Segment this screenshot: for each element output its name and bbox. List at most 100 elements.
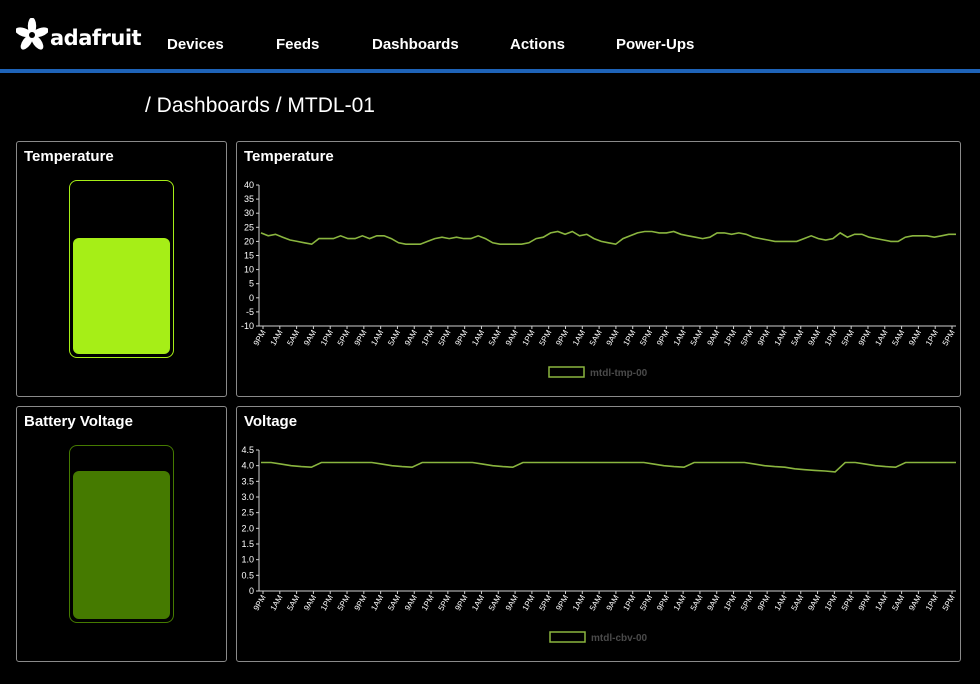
- x-tick-label: 5PM: [437, 328, 453, 347]
- x-tick-label: 9AM: [907, 328, 923, 347]
- y-tick-label: 4.0: [241, 461, 254, 471]
- x-tick-label: 5PM: [336, 593, 352, 612]
- gauge-fill: [73, 238, 170, 354]
- x-tick-label: 1AM: [571, 328, 587, 347]
- x-tick-label: 5PM: [638, 328, 654, 347]
- x-tick-label: 9PM: [554, 593, 570, 612]
- x-tick-label: 5AM: [285, 328, 301, 347]
- x-tick-label: 5AM: [890, 328, 906, 347]
- x-tick-label: 1AM: [672, 328, 688, 347]
- legend-label: mtdl-cbv-00: [591, 633, 648, 644]
- x-tick-label: 1AM: [269, 593, 285, 612]
- x-tick-label: 1AM: [672, 593, 688, 612]
- temperature-line-chart: 4035302520151050-5-109PM 1AM 5AM 9AM 1PM 5PM 9…: [241, 180, 957, 379]
- battery-voltage-gauge-panel[interactable]: Battery Voltage: [16, 406, 227, 662]
- nav-actions[interactable]: Actions: [510, 36, 565, 53]
- nav-feeds[interactable]: Feeds: [276, 36, 319, 53]
- x-tick-label: 1PM: [823, 593, 839, 612]
- x-tick-label: 9AM: [504, 328, 520, 347]
- x-tick-label: 9PM: [857, 328, 873, 347]
- x-tick-label: 9PM: [252, 593, 268, 612]
- x-tick-label: 1PM: [521, 593, 537, 612]
- x-tick-label: 1AM: [773, 593, 789, 612]
- x-tick-label: 5AM: [890, 593, 906, 612]
- temperature-chart-panel[interactable]: Temperature 40 35 30 25 20 15 10 5 0 -5 -10 9PM 1AM 5…: [236, 141, 961, 397]
- adafruit-logo[interactable]: adafruit: [16, 16, 142, 54]
- y-tick-label: 1.0: [241, 555, 254, 565]
- x-tick-label: 5PM: [840, 328, 856, 347]
- x-tick-label: 5AM: [285, 593, 301, 612]
- y-tick-label: 40: [244, 180, 254, 190]
- x-tick-label: 1PM: [924, 593, 940, 612]
- x-tick-label: 9PM: [655, 328, 671, 347]
- x-tick-label: 5PM: [941, 593, 957, 612]
- flower-logo-icon: [16, 18, 48, 50]
- legend-swatch: [548, 366, 585, 378]
- x-tick-label: 1PM: [722, 328, 738, 347]
- x-tick-label: 9AM: [806, 593, 822, 612]
- x-tick-label: 1AM: [369, 328, 385, 347]
- x-tick-label: 1PM: [319, 328, 335, 347]
- x-tick-label: 1AM: [873, 593, 889, 612]
- battery-voltage-gauge: [69, 445, 174, 623]
- y-tick-label: 3.5: [241, 476, 254, 486]
- x-tick-label: 9PM: [353, 593, 369, 612]
- x-tick-label: 5AM: [588, 593, 604, 612]
- x-tick-label: 1AM: [369, 593, 385, 612]
- x-tick-label: 1PM: [722, 593, 738, 612]
- x-tick-label: 9AM: [504, 593, 520, 612]
- x-tick-label: 1AM: [470, 593, 486, 612]
- x-tick-label: 9AM: [705, 593, 721, 612]
- x-tick-label: 1PM: [420, 593, 436, 612]
- x-tick-label: 9PM: [756, 593, 772, 612]
- y-tick-label: 5: [249, 279, 254, 289]
- temperature-gauge-panel[interactable]: Temperature: [16, 141, 227, 397]
- logo-text: adafruit: [50, 26, 142, 50]
- x-tick-label: 9PM: [756, 328, 772, 347]
- x-tick-label: 5AM: [487, 593, 503, 612]
- x-tick-label: 9PM: [554, 328, 570, 347]
- series-line-mtdl-tmp-00: [260, 230, 956, 246]
- x-tick-label: 1AM: [773, 328, 789, 347]
- x-tick-label: 5AM: [689, 593, 705, 612]
- x-tick-label: 9AM: [302, 593, 318, 612]
- x-tick-label: 5AM: [588, 328, 604, 347]
- x-tick-label: 9PM: [655, 593, 671, 612]
- nav-dashboards[interactable]: Dashboards: [372, 36, 459, 53]
- x-tick-label: 1PM: [621, 328, 637, 347]
- top-navbar: adafruit Devices Feeds Dashboards Action…: [0, 0, 980, 69]
- x-tick-label: 9AM: [907, 593, 923, 612]
- x-tick-label: 9PM: [252, 328, 268, 347]
- x-tick-label: 9PM: [453, 328, 469, 347]
- y-tick-label: 30: [244, 208, 254, 218]
- x-tick-label: 5PM: [739, 593, 755, 612]
- x-tick-label: 1PM: [420, 328, 436, 347]
- nav-power-ups[interactable]: Power-Ups: [616, 36, 694, 53]
- legend-swatch: [549, 631, 586, 643]
- x-tick-label: 1PM: [521, 328, 537, 347]
- nav-accent-bar: [0, 69, 980, 73]
- y-tick-label: 3.0: [241, 492, 254, 502]
- x-tick-label: 1AM: [269, 328, 285, 347]
- x-tick-label: 1AM: [571, 593, 587, 612]
- x-tick-label: 1PM: [823, 328, 839, 347]
- x-tick-label: 9AM: [605, 328, 621, 347]
- y-tick-label: -10: [241, 321, 254, 331]
- y-tick-label: 4.5: [241, 445, 254, 455]
- x-tick-label: 5AM: [386, 593, 402, 612]
- y-tick-label: 2.5: [241, 508, 254, 518]
- x-tick-label: 5AM: [789, 593, 805, 612]
- x-tick-label: 1AM: [470, 328, 486, 347]
- legend-label: mtdl-tmp-00: [590, 368, 648, 379]
- y-tick-label: 1.5: [241, 539, 254, 549]
- x-tick-label: 9PM: [453, 593, 469, 612]
- x-tick-label: 1PM: [319, 593, 335, 612]
- breadcrumb: / Dashboards / MTDL-01: [145, 94, 375, 117]
- nav-devices[interactable]: Devices: [167, 36, 224, 53]
- x-tick-label: 5PM: [941, 328, 957, 347]
- panel-title: Temperature: [24, 148, 114, 165]
- x-tick-label: 9PM: [857, 593, 873, 612]
- y-tick-label: 0.5: [241, 570, 254, 580]
- voltage-chart-panel[interactable]: Voltage 4.5 4.0 3.5 3.0 2.5 2.0 1.5 1.0 0.5 0 9PM 1…: [236, 406, 961, 662]
- x-tick-label: 1PM: [621, 593, 637, 612]
